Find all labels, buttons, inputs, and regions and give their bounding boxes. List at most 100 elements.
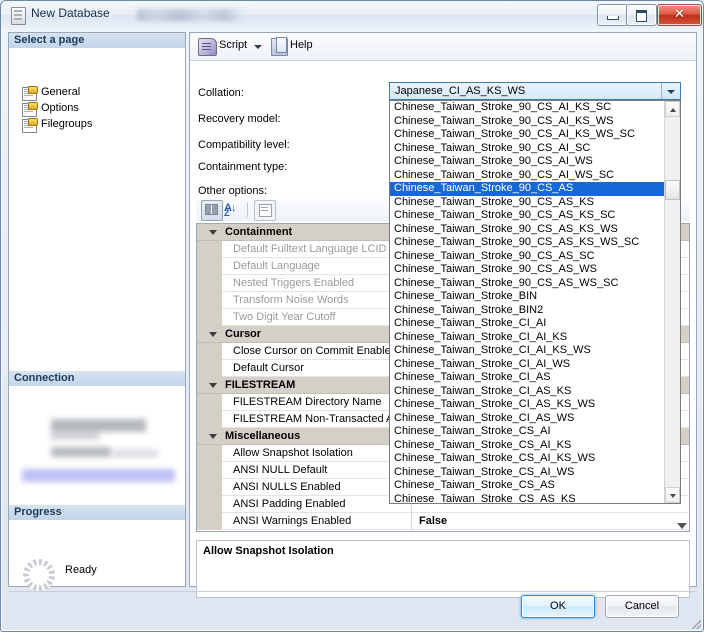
dropdown-option[interactable]: Chinese_Taiwan_Stroke_BIN2 [390,304,680,318]
help-icon [271,37,288,56]
row-gutter [197,394,222,411]
property-name: Allow Snapshot Isolation [233,447,353,459]
property-pages-icon[interactable] [254,200,276,221]
dropdown-option[interactable]: Chinese_Taiwan_Stroke_CS_AI_KS_WS [390,452,680,466]
dropdown-option[interactable]: Chinese_Taiwan_Stroke_90_CS_AI_WS_SC [390,169,680,183]
close-button[interactable] [657,4,702,26]
page-icon [22,86,38,101]
help-button[interactable]: Help [290,39,313,51]
connection-header: Connection [9,371,185,386]
progress-header: Progress [9,505,185,520]
property-row[interactable]: ANSI Warnings Enabled False [197,513,689,530]
script-icon [198,38,217,56]
chevron-down-icon [667,90,675,94]
row-gutter [197,462,222,479]
resize-grip[interactable] [692,620,701,629]
redacted-server-name [137,9,243,21]
column-splitter[interactable] [411,513,412,530]
dropdown-option[interactable]: Chinese_Taiwan_Stroke_90_CS_AI_WS [390,155,680,169]
row-gutter [197,275,222,292]
collation-dropdown-button[interactable] [661,83,680,99]
row-gutter [197,326,222,343]
row-gutter [197,360,222,377]
scrollbar-thumb[interactable] [665,180,680,200]
collation-combobox[interactable]: Japanese_CI_AS_KS_WS [389,82,681,100]
categorized-view-icon[interactable] [201,200,223,221]
property-name: FILESTREAM Directory Name [233,396,382,408]
redacted-connection-link[interactable] [22,469,175,482]
row-gutter [197,428,222,445]
scroll-down-arrow-icon[interactable] [677,523,687,529]
containment-type-label: Containment type: [198,161,288,173]
cancel-button[interactable]: Cancel [605,595,679,618]
dropdown-option[interactable]: Chinese_Taiwan_Stroke_CS_AS_KS [390,493,680,504]
dropdown-option[interactable]: Chinese_Taiwan_Stroke_CI_AS_WS [390,412,680,426]
dropdown-option[interactable]: Chinese_Taiwan_Stroke_90_CS_AS_KS_WS_SC [390,236,680,250]
property-value[interactable]: False [419,515,447,527]
collation-value: Japanese_CI_AS_KS_WS [395,85,526,97]
dropdown-option[interactable]: Chinese_Taiwan_Stroke_CI_AS [390,371,680,385]
new-database-dialog: New Database Select a page General Optio… [0,0,704,632]
script-button[interactable]: Script [219,39,247,51]
dropdown-option[interactable]: Chinese_Taiwan_Stroke_CS_AS [390,479,680,493]
dropdown-option[interactable]: Chinese_Taiwan_Stroke_90_CS_AI_SC [390,142,680,156]
dropdown-option[interactable]: Chinese_Taiwan_Stroke_90_CS_AS_WS [390,263,680,277]
dropdown-option[interactable]: Chinese_Taiwan_Stroke_90_CS_AS_SC [390,250,680,264]
alphabetical-sort-icon[interactable] [223,200,243,219]
chevron-down-icon[interactable] [254,45,262,49]
dropdown-option[interactable]: Chinese_Taiwan_Stroke_CS_AI_KS [390,439,680,453]
select-a-page-header: Select a page [9,33,185,48]
category-label: Cursor [225,328,262,340]
property-name: Nested Triggers Enabled [233,277,355,289]
sidebar-item-label: General [41,86,81,98]
dropdown-option[interactable]: Chinese_Taiwan_Stroke_CI_AI_WS [390,358,680,372]
dropdown-option[interactable]: Chinese_Taiwan_Stroke_CI_AI [390,317,680,331]
row-gutter [197,343,222,360]
title-bar[interactable]: New Database [1,1,703,29]
dropdown-option[interactable]: Chinese_Taiwan_Stroke_CI_AI_KS_WS [390,344,680,358]
page-icon [22,102,38,117]
dropdown-option[interactable]: Chinese_Taiwan_Stroke_90_CS_AS_KS [390,196,680,210]
redacted-connection-text [113,449,158,458]
window-title: New Database [31,6,110,20]
dropdown-option[interactable]: Chinese_Taiwan_Stroke_CS_AI_WS [390,466,680,480]
maximize-button[interactable] [626,4,657,26]
database-page-icon [11,7,26,25]
minimize-button[interactable] [597,4,628,26]
scroll-up-arrow-icon[interactable] [665,101,680,117]
property-name: Two Digit Year Cutoff [233,311,336,323]
collation-dropdown-list[interactable]: Chinese_Taiwan_Stroke_90_CS_AI_KS_SC Chin… [389,100,681,504]
redacted-connection-text [51,431,99,440]
dropdown-option[interactable]: Chinese_Taiwan_Stroke_90_CS_AS_WS_SC [390,277,680,291]
property-name: Default Cursor [233,362,304,374]
dropdown-option[interactable]: Chinese_Taiwan_Stroke_90_CS_AS [390,182,680,196]
dropdown-option[interactable]: Chinese_Taiwan_Stroke_90_CS_AS_KS_SC [390,209,680,223]
toolbar-divider [247,202,248,217]
row-gutter [197,309,222,326]
category-label: FILESTREAM [225,379,296,391]
dropdown-scrollbar[interactable] [664,101,680,503]
scroll-down-arrow-icon[interactable] [665,487,680,503]
dropdown-option[interactable]: Chinese_Taiwan_Stroke_CS_AI [390,425,680,439]
progress-spinner-icon [23,559,55,591]
dropdown-option[interactable]: Chinese_Taiwan_Stroke_CI_AS_KS [390,385,680,399]
ok-button[interactable]: OK [521,595,595,618]
property-name: Default Fulltext Language LCID [233,243,387,255]
row-gutter [197,411,222,428]
dropdown-option[interactable]: Chinese_Taiwan_Stroke_CI_AS_KS_WS [390,398,680,412]
property-name: ANSI NULL Default [233,464,328,476]
row-gutter [197,496,222,513]
row-gutter [197,445,222,462]
progress-status: Ready [65,564,97,576]
page-icon [22,118,38,133]
dropdown-option[interactable]: Chinese_Taiwan_Stroke_90_CS_AI_KS_WS_SC [390,128,680,142]
dropdown-option[interactable]: Chinese_Taiwan_Stroke_90_CS_AI_KS_WS [390,115,680,129]
footer-divider [8,591,697,592]
property-name: ANSI NULLS Enabled [233,481,341,493]
dropdown-option[interactable]: Chinese_Taiwan_Stroke_BIN [390,290,680,304]
row-gutter [197,479,222,496]
dropdown-option[interactable]: Chinese_Taiwan_Stroke_90_CS_AS_KS_WS [390,223,680,237]
dropdown-option[interactable]: Chinese_Taiwan_Stroke_90_CS_AI_KS_SC [390,101,680,115]
dropdown-option[interactable]: Chinese_Taiwan_Stroke_CI_AI_KS [390,331,680,345]
property-name: ANSI Warnings Enabled [233,515,352,527]
